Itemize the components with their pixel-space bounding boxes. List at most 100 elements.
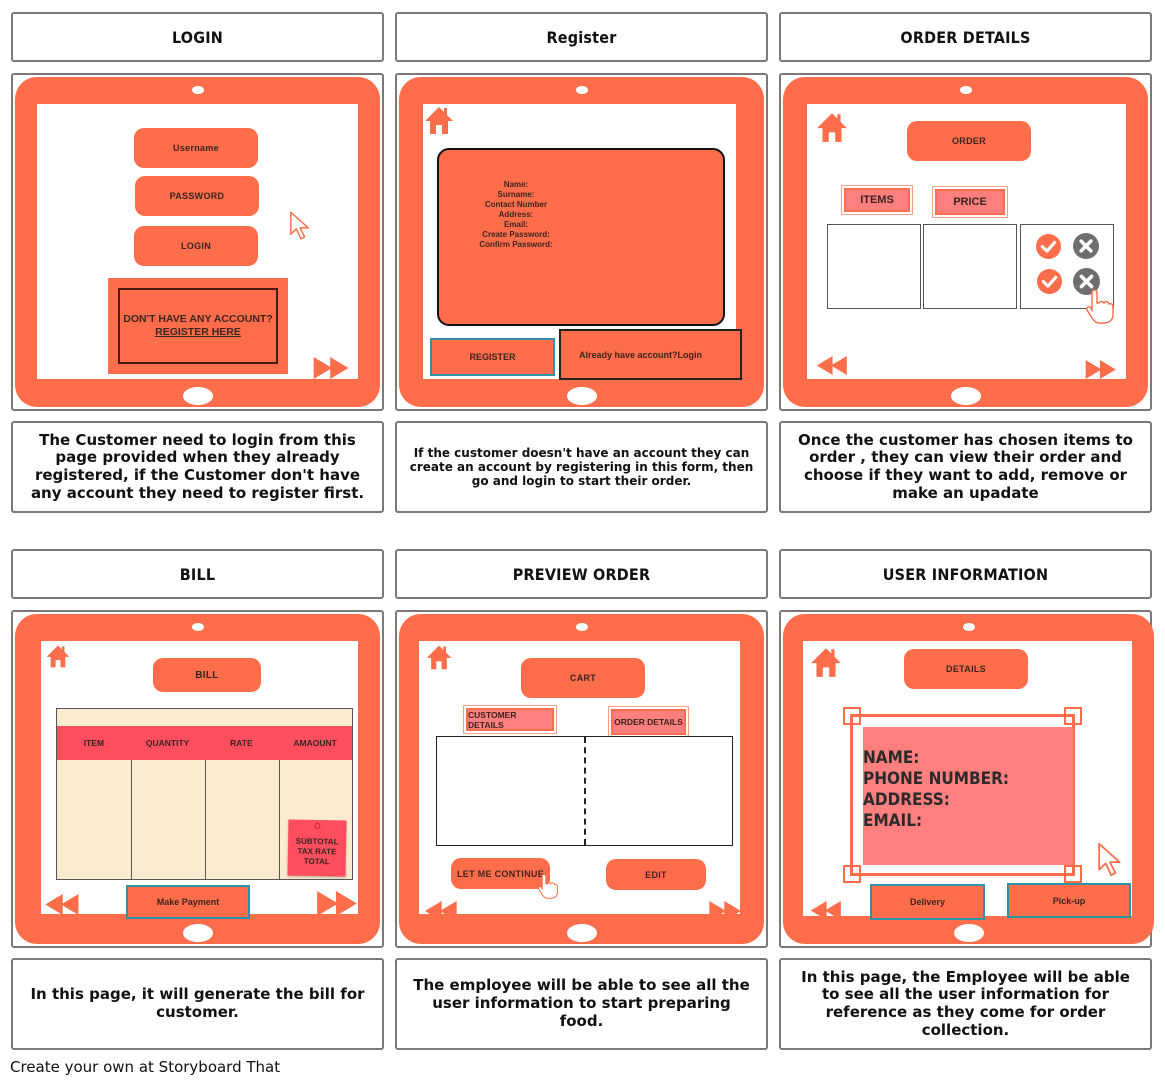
info-phone: PHONE NUMBER: <box>863 769 1010 789</box>
tablet-screen: Username PASSWORD LOGIN DON'T HAVE ANY A… <box>37 104 358 379</box>
tablet-frame: BILL ITEM QUANTITY RATE AMAOUNT SUBTOTAL… <box>15 614 380 944</box>
delivery-button[interactable]: Delivery <box>870 884 985 920</box>
details-header: DETAILS <box>904 649 1028 689</box>
username-field[interactable]: Username <box>134 128 258 168</box>
tax-rate-label: TAX RATE <box>297 846 337 857</box>
tablet-screen: ORDER ITEMS PRICE <box>807 104 1126 379</box>
bill-table-header: ITEM QUANTITY RATE AMAOUNT <box>57 726 352 760</box>
register-form: Name: Surname: Contact Number Address: E… <box>437 148 725 326</box>
let-me-continue-button[interactable]: LET ME CONTINUE <box>451 858 550 889</box>
home-icon[interactable] <box>809 645 843 679</box>
user-info-card: NAME: PHONE NUMBER: ADDRESS: EMAIL: <box>863 727 1073 865</box>
tablet-frame: ORDER ITEMS PRICE <box>783 77 1148 407</box>
rewind-icon[interactable] <box>423 901 457 921</box>
home-icon[interactable] <box>425 643 453 671</box>
cell-title-preview-order: PREVIEW ORDER <box>395 549 768 599</box>
home-icon[interactable] <box>423 104 455 136</box>
tablet-screen: Name: Surname: Contact Number Address: E… <box>423 104 742 380</box>
fast-forward-icon[interactable] <box>313 357 351 379</box>
tablet-camera <box>191 623 204 631</box>
bill-divider <box>131 760 132 879</box>
bill-header: BILL <box>153 658 261 692</box>
register-prompt-box: DON'T HAVE ANY ACCOUNT? REGISTER HERE <box>108 278 288 374</box>
tablet-camera <box>575 86 588 94</box>
register-form-fields: Name: Surname: Contact Number Address: E… <box>461 180 571 250</box>
frame-corner-handle[interactable] <box>843 865 861 883</box>
panel-bill: BILL ITEM QUANTITY RATE AMAOUNT SUBTOTAL… <box>11 610 384 948</box>
tablet-frame: CART CUSTOMER DETAILS ORDER DETAILS LET … <box>399 614 764 944</box>
dashed-divider <box>584 737 586 845</box>
bill-divider <box>205 760 206 879</box>
form-field-email[interactable]: Email: <box>461 220 571 230</box>
fast-forward-icon[interactable] <box>1085 360 1118 379</box>
register-button[interactable]: REGISTER <box>430 338 555 376</box>
caption-bill: In this page, it will generate the bill … <box>11 958 384 1050</box>
pick-up-button[interactable]: Pick-up <box>1007 883 1131 918</box>
home-icon[interactable] <box>815 110 849 144</box>
info-email: EMAIL: <box>863 811 923 831</box>
tablet-home-button <box>953 924 984 942</box>
cell-title-bill: BILL <box>11 549 384 599</box>
cell-title-user-information: USER INFORMATION <box>779 549 1152 599</box>
tablet-frame: Username PASSWORD LOGIN DON'T HAVE ANY A… <box>15 77 380 407</box>
check-icon[interactable] <box>1036 234 1061 259</box>
cart-header: CART <box>521 658 645 698</box>
panel-order-details: ORDER ITEMS PRICE <box>779 73 1152 411</box>
customer-details-label: CUSTOMER DETAILS <box>463 705 557 734</box>
bill-col-item: ITEM <box>83 738 105 748</box>
cell-title-login: LOGIN <box>11 12 384 62</box>
make-payment-button[interactable]: Make Payment <box>126 885 250 919</box>
rewind-icon[interactable] <box>43 894 79 915</box>
cursor-arrow-icon <box>1097 840 1123 880</box>
tablet-camera <box>575 623 588 631</box>
tablet-home-button <box>182 924 213 942</box>
tablet-screen: DETAILS NAME: PHONE NUMBER: ADDRESS: EMA… <box>803 641 1132 920</box>
panel-user-information: DETAILS NAME: PHONE NUMBER: ADDRESS: EMA… <box>779 610 1154 948</box>
panel-register: Name: Surname: Contact Number Address: E… <box>395 73 768 411</box>
cursor-arrow-icon <box>289 210 311 242</box>
tablet-home-button <box>566 924 597 942</box>
total-label: TOTAL <box>303 856 330 867</box>
form-field-surname[interactable]: Surname: <box>461 190 571 200</box>
form-field-contact[interactable]: Contact Number <box>461 200 571 210</box>
totals-sticky-note: SUBTOTAL TAX RATE TOTAL <box>287 819 347 877</box>
rewind-icon[interactable] <box>815 356 847 375</box>
form-field-address[interactable]: Address: <box>461 210 571 220</box>
password-field[interactable]: PASSWORD <box>135 176 259 216</box>
login-button[interactable]: LOGIN <box>134 226 258 266</box>
edit-button[interactable]: EDIT <box>606 859 706 890</box>
tablet-camera <box>959 86 972 94</box>
preview-panels <box>436 736 733 846</box>
caption-preview-order: The employee will be able to see all the… <box>395 958 768 1050</box>
fast-forward-icon[interactable] <box>708 901 744 921</box>
tablet-frame: Name: Surname: Contact Number Address: E… <box>399 77 764 407</box>
caption-order-details: Once the customer has chosen items to or… <box>779 421 1152 513</box>
rewind-icon[interactable] <box>809 901 841 920</box>
items-column-label: ITEMS <box>841 185 913 215</box>
check-icon[interactable] <box>1037 269 1062 294</box>
items-box <box>827 224 921 309</box>
home-icon[interactable] <box>45 643 71 669</box>
tablet-home-button <box>182 387 213 405</box>
register-here-link[interactable]: REGISTER HERE <box>155 326 241 339</box>
form-field-confirm-password[interactable]: Confirm Password: <box>461 240 571 250</box>
form-field-name[interactable]: Name: <box>461 180 571 190</box>
bill-col-rate: RATE <box>230 738 253 748</box>
caption-user-information: In this page, the Employee will be able … <box>779 958 1152 1050</box>
bill-col-quantity: QUANTITY <box>145 738 190 748</box>
already-have-account-login-link[interactable]: Already have account?Login <box>559 329 742 380</box>
order-details-label: ORDER DETAILS <box>608 706 689 738</box>
tablet-camera <box>962 623 975 631</box>
fast-forward-icon[interactable] <box>317 891 359 916</box>
caption-register: If the customer doesn't have an account … <box>395 421 768 513</box>
frame-corner-handle[interactable] <box>843 707 861 725</box>
x-icon[interactable] <box>1073 233 1099 259</box>
frame-corner-handle[interactable] <box>1064 707 1082 725</box>
tablet-home-button <box>950 387 981 405</box>
tablet-screen: CART CUSTOMER DETAILS ORDER DETAILS LET … <box>419 641 740 914</box>
form-field-create-password[interactable]: Create Password: <box>461 230 571 240</box>
frame-corner-handle[interactable] <box>1064 865 1082 883</box>
storyboard-that-footer[interactable]: Create your own at Storyboard That <box>10 1058 280 1076</box>
price-box <box>923 224 1017 309</box>
register-prompt-text: DON'T HAVE ANY ACCOUNT? <box>123 312 273 325</box>
